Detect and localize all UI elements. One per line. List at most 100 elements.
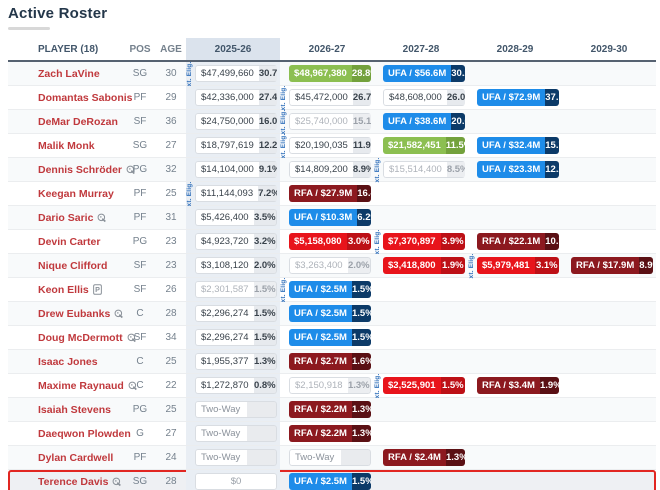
season-cell: $1,955,3771.3% (186, 350, 280, 373)
salary-cell: $2,150,9181.3% (289, 377, 371, 394)
player-age: 28 (156, 308, 186, 319)
player-cell: Doug McDermott (8, 332, 124, 344)
salary-cell: $3,263,4002.0% (289, 257, 371, 274)
player-cell: Drew Eubanks (8, 308, 124, 320)
player-link[interactable]: Keon Ellis (38, 284, 89, 296)
table-row: Malik MonkSG27$18,797,61912.2%xt. Elig.$… (8, 134, 656, 158)
column-header-2028-29: 2028-29 (468, 38, 562, 60)
player-link[interactable]: Keegan Murray (38, 188, 114, 200)
player-link[interactable]: Malik Monk (38, 140, 95, 152)
table-row: Daeqwon PlowdenG27Two-WayRFA / $2.2M1.3% (8, 422, 656, 446)
player-pos: C (124, 380, 156, 391)
player-age: 31 (156, 212, 186, 223)
salary-cell: $1,955,3771.3% (195, 353, 277, 370)
season-cell (562, 398, 656, 421)
rfa-badge: RFA / $2.4M1.3% (383, 449, 465, 466)
table-row: Zach LaVineSG30xt. Elig.$47,499,66030.7%… (8, 62, 656, 86)
season-cell (468, 470, 562, 490)
player-age: 27 (156, 140, 186, 151)
season-cell (562, 62, 656, 85)
player-pos: SG (124, 140, 156, 151)
season-cell (374, 278, 468, 301)
salary-cell: $20,190,03511.9% (289, 137, 371, 154)
season-cell: UFA / $72.9M37.1% (468, 86, 562, 109)
season-cell: xt. Elig.UFA / $2.5M1.5% (280, 278, 374, 301)
table-row: Keegan MurrayPF25xt. Elig.$11,144,0937.2… (8, 182, 656, 206)
player-link[interactable]: DeMar DeRozan (38, 116, 118, 128)
table-row: Devin CarterPG23$4,923,7203.2%$5,158,080… (8, 230, 656, 254)
column-header-2025-26: 2025-26 (186, 38, 280, 60)
salary-cell: $42,336,00027.4% (195, 89, 277, 106)
season-cell: $2,296,2741.5% (186, 326, 280, 349)
salary-cell: Two-Way (289, 449, 371, 466)
season-cell: $48,608,00026.0% (374, 86, 468, 109)
player-link[interactable]: Devin Carter (38, 236, 100, 248)
player-link[interactable]: Dennis Schröder (38, 164, 122, 176)
player-cell: Zach LaVine (8, 68, 124, 80)
season-cell: $24,750,00016.0% (186, 110, 280, 133)
player-link[interactable]: Domantas Sabonis (38, 92, 133, 104)
season-cell (374, 398, 468, 421)
season-cell (374, 302, 468, 325)
player-cell: Devin Carter (8, 236, 124, 248)
table-row: Dario SaricPF31$5,426,4003.5%UFA / $10.3… (8, 206, 656, 230)
player-link[interactable]: Zach LaVine (38, 68, 100, 80)
season-cell (562, 86, 656, 109)
season-cell: Two-Way (186, 422, 280, 445)
season-cell (562, 230, 656, 253)
rfa-badge: RFA / $22.1M10.7% (477, 233, 559, 250)
player-link[interactable]: Dario Saric (38, 212, 93, 224)
player-link[interactable]: Isaiah Stevens (38, 404, 111, 416)
player-cell: Dylan Cardwell (8, 452, 124, 464)
ufa-badge: UFA / $2.5M1.5% (289, 305, 371, 322)
season-cell: xt. Elig.$2,525,9011.5% (374, 374, 468, 397)
season-cell (468, 446, 562, 469)
season-cell: $14,104,0009.1% (186, 158, 280, 181)
season-cell: $2,301,5871.5% (186, 278, 280, 301)
player-link[interactable]: Dylan Cardwell (38, 452, 113, 464)
player-link[interactable]: Nique Clifford (38, 260, 107, 272)
player-pos: SG (124, 68, 156, 79)
extension-eligible-label: xt. Elig. (186, 181, 194, 206)
column-header-age: AGE (156, 44, 186, 55)
salary-cell: Two-Way (195, 449, 277, 466)
rfa-badge: RFA / $2.7M1.6% (289, 353, 371, 370)
season-cell: Two-Way (280, 446, 374, 469)
table-row: DeMar DeRozanSF36$24,750,00016.0%xt. Eli… (8, 110, 656, 134)
season-cell: $42,336,00027.4% (186, 86, 280, 109)
player-link[interactable]: Doug McDermott (38, 332, 123, 344)
contract-tag-icon (97, 213, 107, 223)
active-roster-page: Active Roster PLAYER (18) POS AGE 2025-2… (0, 0, 660, 490)
player-link[interactable]: Daeqwon Plowden (38, 428, 131, 440)
season-cell (468, 398, 562, 421)
column-header-2026-27: 2026-27 (280, 38, 374, 60)
season-cell (562, 422, 656, 445)
season-cell (562, 278, 656, 301)
salary-cell: $3,108,1202.0% (195, 257, 277, 274)
rfa-badge: RFA / $2.2M1.3% (289, 425, 371, 442)
player-age: 23 (156, 260, 186, 271)
season-cell: $0 (186, 470, 280, 490)
season-cell (562, 326, 656, 349)
salary-cell: Two-Way (195, 401, 277, 418)
season-cell: $5,426,4003.5% (186, 206, 280, 229)
player-link[interactable]: Maxime Raynaud (38, 380, 124, 392)
ufa-badge: UFA / $2.5M1.5% (289, 473, 371, 490)
player-age: 28 (156, 476, 186, 487)
column-header-player: PLAYER (18) (8, 44, 124, 55)
salary-cell: $18,797,61912.2% (195, 137, 277, 154)
salary-cell: $2,301,5871.5% (195, 281, 277, 298)
season-cell: RFA / $2.7M1.6% (280, 350, 374, 373)
player-pos: PG (124, 404, 156, 415)
extension-eligible-label: xt. Elig. (468, 253, 476, 278)
rfa-badge: RFA / $2.2M1.3% (289, 401, 371, 418)
player-link[interactable]: Isaac Jones (38, 356, 98, 368)
team-option-badge: $3,418,8001.9% (383, 257, 465, 274)
player-link[interactable]: Drew Eubanks (38, 308, 110, 320)
table-row: Domantas SabonisPF29$42,336,00027.4%xt. … (8, 86, 656, 110)
season-cell: xt. Elig.$25,740,00015.1% (280, 110, 374, 133)
player-link[interactable]: Terence Davis (38, 476, 108, 488)
player-age: 34 (156, 332, 186, 343)
extension-eligible-label: xt. Elig. (280, 85, 288, 110)
player-option-badge: $21,582,45111.5% (383, 137, 465, 154)
